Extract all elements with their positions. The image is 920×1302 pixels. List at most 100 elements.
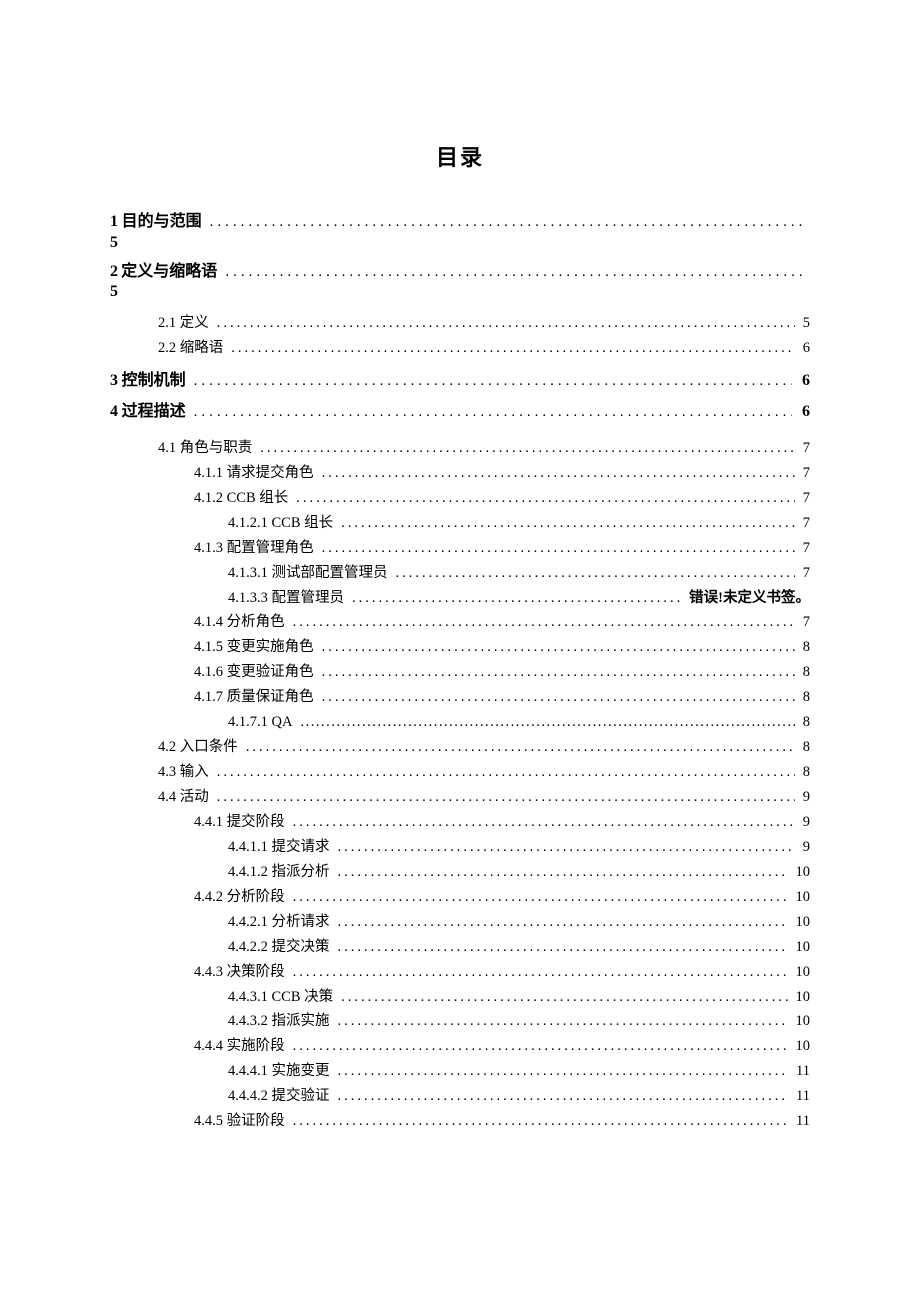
- toc-page: 5: [110, 283, 118, 300]
- toc-leader: [217, 760, 795, 785]
- toc-page: 10: [792, 1034, 811, 1059]
- toc-page: 7: [799, 610, 810, 635]
- toc-entry: 2.1 定义 5: [110, 311, 810, 336]
- toc-label: 4.1.7.1 QA: [228, 710, 292, 735]
- toc-label: 4.1.7 质量保证角色: [194, 685, 314, 710]
- toc-leader: [210, 210, 806, 236]
- toc-leader: [293, 885, 788, 910]
- toc-page: 7: [799, 486, 810, 511]
- toc-leader: [338, 1009, 788, 1034]
- toc-entry: 4.1.5 变更实施角色 8: [110, 635, 810, 660]
- toc-entry: 4.4.1 提交阶段 9: [110, 810, 810, 835]
- toc-leader: [338, 860, 788, 885]
- toc-label: 4.1.4 分析角色: [194, 610, 285, 635]
- toc-leader: [396, 561, 795, 586]
- toc-page: 10: [792, 860, 811, 885]
- toc-leader: [217, 785, 795, 810]
- toc-leader: [194, 369, 792, 395]
- toc-label: 4.1.3.3 配置管理员: [228, 586, 344, 611]
- toc-page: 7: [799, 461, 810, 486]
- toc-leader: [338, 935, 788, 960]
- toc-num: 2: [110, 258, 121, 285]
- toc-leader: [293, 1034, 788, 1059]
- toc-page: 11: [792, 1084, 810, 1109]
- toc-label: 4.4.4.2 提交验证: [228, 1084, 330, 1109]
- toc-label: 4.4.2.2 提交决策: [228, 935, 330, 960]
- toc-page: 8: [799, 710, 810, 735]
- toc-label: 4.3 输入: [158, 760, 209, 785]
- toc-label: 4.2 入口条件: [158, 735, 238, 760]
- toc-leader: [352, 586, 681, 611]
- toc-entry: 4.1.4 分析角色 7: [110, 610, 810, 635]
- toc-entry: 4.1 角色与职责 7: [110, 436, 810, 461]
- toc-entry: 4.4.2.1 分析请求 10: [110, 910, 810, 935]
- toc-label: 4.1.2.1 CCB 组长: [228, 511, 333, 536]
- toc-page: 8: [799, 685, 810, 710]
- toc-label: 4.1.3.1 测试部配置管理员: [228, 561, 388, 586]
- toc-leader: [296, 486, 794, 511]
- toc-page: 10: [792, 910, 811, 935]
- toc-page: 8: [799, 660, 810, 685]
- toc-entry: 4.1.6 变更验证角色 8: [110, 660, 810, 685]
- toc-label: 4.1 角色与职责: [158, 436, 252, 461]
- toc-leader: [341, 985, 787, 1010]
- toc-num: 1: [110, 208, 122, 235]
- toc-page: 11: [792, 1059, 810, 1084]
- toc-label: 4.4.5 验证阶段: [194, 1109, 285, 1134]
- toc-leader: [231, 336, 795, 361]
- toc-entry: 4.1.2 CCB 组长 7: [110, 486, 810, 511]
- toc-entry: 4.4.5 验证阶段 11: [110, 1109, 810, 1134]
- toc-label: 过程描述: [122, 398, 186, 425]
- toc-label: 控制机制: [122, 367, 186, 394]
- toc-page: 9: [799, 810, 810, 835]
- toc-entry: 4.1.2.1 CCB 组长 7: [110, 511, 810, 536]
- toc-entry: 4.3 输入 8: [110, 760, 810, 785]
- toc-label: 4.4.1.1 提交请求: [228, 835, 330, 860]
- toc-entry: 4.1.7 质量保证角色 8: [110, 685, 810, 710]
- toc-leader: [260, 436, 795, 461]
- toc-page: 9: [799, 785, 810, 810]
- toc-leader: [338, 835, 795, 860]
- toc-leader: [217, 311, 795, 336]
- toc-label: 2.2 缩略语: [158, 336, 223, 361]
- toc-leader: [338, 910, 788, 935]
- toc-leader: [246, 735, 795, 760]
- toc-label: 4.4.3.2 指派实施: [228, 1009, 330, 1034]
- toc-leader: [322, 685, 795, 710]
- toc-page: 7: [799, 436, 810, 461]
- toc-label: 4.4.3.1 CCB 决策: [228, 985, 333, 1010]
- toc-leader: [300, 710, 794, 735]
- toc-leader: [322, 660, 795, 685]
- toc-label: 4.4 活动: [158, 785, 209, 810]
- toc-leader: [293, 1109, 788, 1134]
- toc-entry: 4.4.1.2 指派分析 10: [110, 860, 810, 885]
- toc-page: 10: [792, 935, 811, 960]
- toc-entry: 2.2 缩略语 6: [110, 336, 810, 361]
- toc-entry: 4.2 入口条件 8: [110, 735, 810, 760]
- toc-page: 7: [799, 536, 810, 561]
- toc-num: 3: [110, 367, 122, 394]
- toc-page-wrap: 5: [110, 234, 810, 252]
- toc-leader: [194, 400, 792, 426]
- toc-page: 10: [792, 1009, 811, 1034]
- table-of-contents: 1目的与范围 52定义与缩略语 52.1 定义 52.2 缩略语 63控制机制 …: [110, 208, 810, 1134]
- toc-label: 4.1.2 CCB 组长: [194, 486, 288, 511]
- toc-label: 4.1.1 请求提交角色: [194, 461, 314, 486]
- toc-page: 8: [799, 735, 810, 760]
- toc-page: 10: [792, 885, 811, 910]
- toc-leader: [322, 635, 795, 660]
- toc-leader: [293, 810, 795, 835]
- toc-label: 定义与缩略语: [121, 258, 217, 285]
- toc-entry: 4.4.3 决策阶段 10: [110, 960, 810, 985]
- toc-leader: [225, 260, 806, 286]
- toc-entry: 4.1.1 请求提交角色 7: [110, 461, 810, 486]
- toc-title: 目录: [110, 140, 810, 172]
- toc-entry: 4.1.3.1 测试部配置管理员 7: [110, 561, 810, 586]
- toc-label: 4.4.3 决策阶段: [194, 960, 285, 985]
- toc-entry: 4.4.1.1 提交请求 9: [110, 835, 810, 860]
- toc-label: 2.1 定义: [158, 311, 209, 336]
- toc-entry: 4.1.3.3 配置管理员 错误!未定义书签。: [110, 586, 810, 611]
- toc-page: 5: [110, 234, 118, 251]
- toc-page-wrap: 5: [110, 283, 810, 301]
- toc-page: 8: [799, 760, 810, 785]
